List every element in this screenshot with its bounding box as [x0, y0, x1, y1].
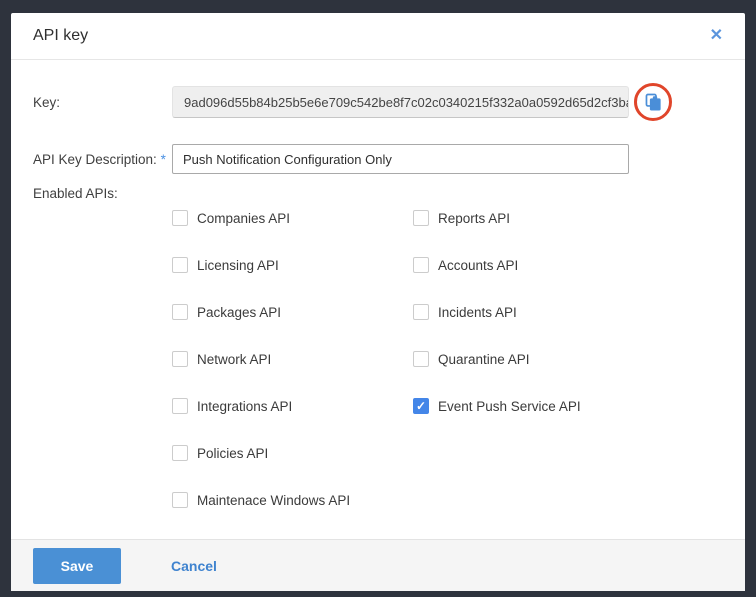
checkbox-unchecked[interactable] [413, 351, 429, 367]
checkbox-label: Maintenace Windows API [197, 493, 350, 508]
checkbox-label: Companies API [197, 211, 290, 226]
key-label: Key: [33, 95, 172, 110]
checkbox-item[interactable]: Reports API [413, 210, 581, 226]
checkbox-unchecked[interactable] [413, 210, 429, 226]
checkbox-column-left: Companies API Licensing API Packages API Ne… [172, 210, 413, 539]
modal-header: API key ✕ [11, 13, 745, 60]
api-checkbox-grid: Companies API Licensing API Packages API Ne… [172, 210, 581, 539]
checkbox-item[interactable]: Quarantine API [413, 351, 581, 367]
checkbox-item[interactable]: Integrations API [172, 398, 413, 414]
checkbox-item[interactable]: ✓ Event Push Service API [413, 398, 581, 414]
annotation-circle-highlight [634, 83, 672, 121]
checkbox-unchecked[interactable] [172, 351, 188, 367]
checkbox-label: Packages API [197, 305, 281, 320]
key-row: Key: 9ad096d55b84b25b5e6e709c542be8f7c02… [11, 82, 745, 122]
copy-button[interactable] [633, 82, 673, 122]
checkbox-column-right: Reports API Accounts API Incidents API Quar… [413, 210, 581, 539]
api-key-field[interactable]: 9ad096d55b84b25b5e6e709c542be8f7c02c0340… [172, 86, 629, 118]
enabled-apis-label: Enabled APIs: [33, 186, 172, 201]
checkbox-label: Network API [197, 352, 271, 367]
description-row: API Key Description: * [11, 144, 745, 174]
checkbox-label: Quarantine API [438, 352, 530, 367]
checkbox-label: Accounts API [438, 258, 518, 273]
checkbox-item[interactable]: Policies API [172, 445, 413, 461]
cancel-button[interactable]: Cancel [171, 558, 217, 574]
checkbox-label: Event Push Service API [438, 399, 581, 414]
save-button[interactable]: Save [33, 548, 121, 584]
checkbox-unchecked[interactable] [172, 257, 188, 273]
checkbox-item[interactable]: Incidents API [413, 304, 581, 320]
description-label: API Key Description: * [33, 152, 172, 167]
checkbox-item[interactable]: Companies API [172, 210, 413, 226]
close-icon[interactable]: ✕ [704, 24, 729, 48]
checkbox-item[interactable]: Accounts API [413, 257, 581, 273]
description-input[interactable] [172, 144, 629, 174]
modal-footer: Save Cancel [11, 539, 745, 591]
enabled-apis-row: Enabled APIs: Companies API Licensing API… [11, 186, 745, 539]
checkbox-item[interactable]: Network API [172, 351, 413, 367]
checkbox-unchecked[interactable] [413, 304, 429, 320]
modal-backdrop: API key ✕ Key: 9ad096d55b84b25b5e6e709c5… [0, 0, 756, 597]
checkbox-unchecked[interactable] [172, 398, 188, 414]
checkbox-checked[interactable]: ✓ [413, 398, 429, 414]
checkbox-item[interactable]: Packages API [172, 304, 413, 320]
checkbox-label: Reports API [438, 211, 510, 226]
checkbox-unchecked[interactable] [413, 257, 429, 273]
checkbox-label: Licensing API [197, 258, 279, 273]
api-key-modal: API key ✕ Key: 9ad096d55b84b25b5e6e709c5… [11, 13, 745, 580]
checkbox-unchecked[interactable] [172, 210, 188, 226]
description-label-text: API Key Description: [33, 152, 157, 167]
page-title: API key [33, 27, 88, 45]
modal-body: Key: 9ad096d55b84b25b5e6e709c542be8f7c02… [11, 60, 745, 539]
checkbox-unchecked[interactable] [172, 445, 188, 461]
checkbox-item[interactable]: Maintenace Windows API [172, 492, 413, 508]
checkbox-label: Policies API [197, 446, 268, 461]
checkbox-label: Integrations API [197, 399, 292, 414]
required-asterisk: * [161, 152, 166, 167]
checkbox-unchecked[interactable] [172, 304, 188, 320]
checkbox-label: Incidents API [438, 305, 517, 320]
checkbox-item[interactable]: Licensing API [172, 257, 413, 273]
checkbox-unchecked[interactable] [172, 492, 188, 508]
